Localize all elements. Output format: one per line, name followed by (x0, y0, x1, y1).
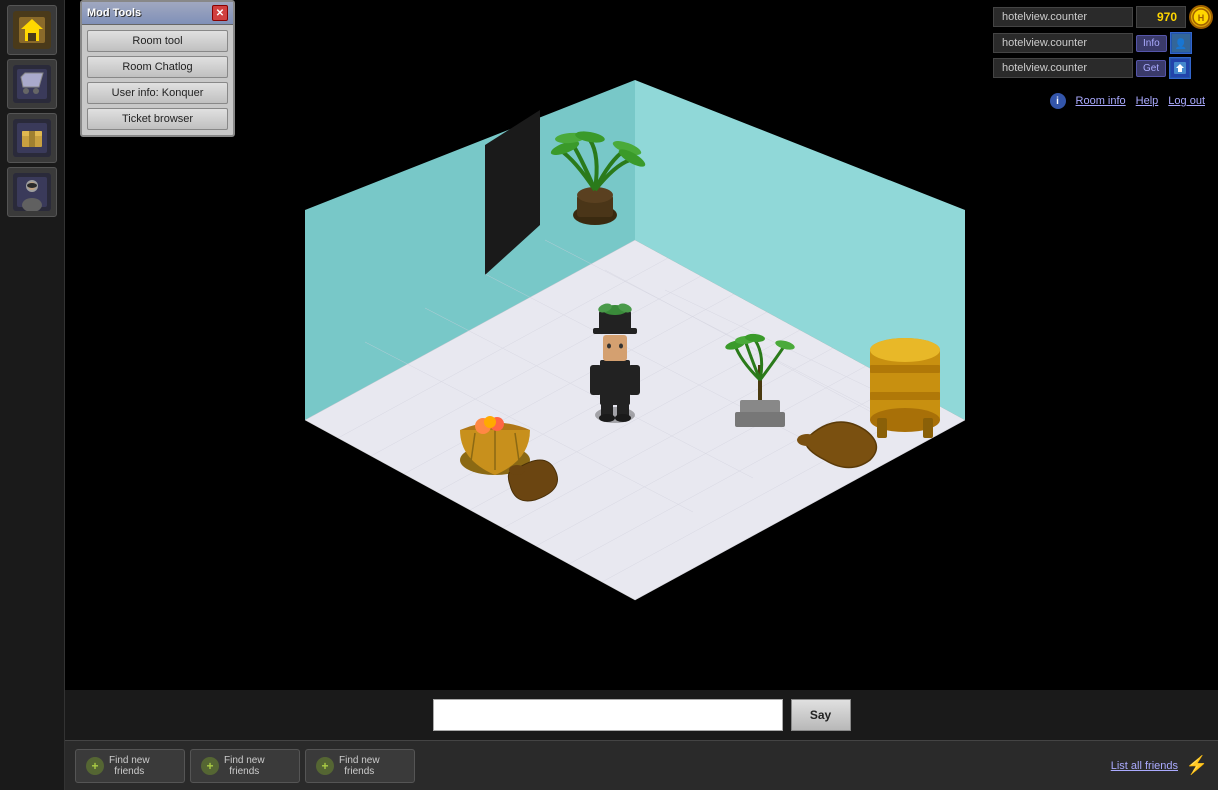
hud-coin-icon: H (1189, 5, 1213, 29)
avatar-sidebar-icon[interactable] (7, 167, 57, 217)
credits-row: hotelview.counter 970 H (993, 5, 1213, 29)
mod-tools-panel: Mod Tools ✕ Room tool Room Chatlog User … (80, 0, 235, 137)
find-friends-button-1[interactable]: + Find newfriends (75, 749, 185, 783)
hud-credits-value: 970 (1136, 6, 1186, 28)
info-row: hotelview.counter Info 👤 (993, 32, 1213, 54)
lightning-icon: ⚡ (1186, 755, 1208, 776)
svg-text:H: H (1198, 13, 1205, 23)
info-icon: 👤 (1170, 32, 1192, 54)
hud-username-info: hotelview.counter (993, 33, 1133, 53)
find-friends-label-1: Find newfriends (109, 755, 150, 777)
logout-link[interactable]: Log out (1168, 95, 1205, 107)
find-friends-icon-3: + (316, 757, 334, 775)
room-tool-button[interactable]: Room tool (87, 30, 228, 52)
get-row: hotelview.counter Get (993, 57, 1213, 79)
find-friends-button-2[interactable]: + Find newfriends (190, 749, 300, 783)
help-link[interactable]: Help (1136, 95, 1159, 107)
sidebar (0, 0, 65, 790)
mod-tools-body: Room tool Room Chatlog User info: Konque… (82, 25, 233, 135)
hud-username-get: hotelview.counter (993, 58, 1133, 78)
find-friends-label-2: Find newfriends (224, 755, 265, 777)
user-info-button[interactable]: User info: Konquer (87, 82, 228, 104)
get-icon (1169, 57, 1191, 79)
mod-tools-close-button[interactable]: ✕ (212, 5, 228, 21)
room-info-bar: i Room info Help Log out (1042, 90, 1213, 112)
svg-text:👤: 👤 (1174, 37, 1186, 50)
say-button[interactable]: Say (791, 699, 851, 731)
find-friends-icon-1: + (86, 757, 104, 775)
info-button[interactable]: Info (1136, 35, 1167, 52)
cart-icon[interactable] (7, 59, 57, 109)
chat-area: Say (65, 690, 1218, 740)
home-icon[interactable] (7, 5, 57, 55)
find-friends-label-3: Find newfriends (339, 755, 380, 777)
bottom-bar: + Find newfriends + Find newfriends + Fi… (65, 740, 1218, 790)
hud-username-credits: hotelview.counter (993, 7, 1133, 27)
chat-input[interactable] (433, 699, 783, 731)
box-icon[interactable] (7, 113, 57, 163)
list-all-friends-link[interactable]: List all friends (1111, 760, 1178, 772)
room-info-link[interactable]: Room info (1076, 95, 1126, 107)
find-friends-button-3[interactable]: + Find newfriends (305, 749, 415, 783)
find-friends-icon-2: + (201, 757, 219, 775)
mod-tools-title: Mod Tools (87, 7, 141, 19)
top-hud: hotelview.counter 970 H hotelview.counte… (993, 5, 1213, 79)
mod-tools-header: Mod Tools ✕ (82, 2, 233, 25)
room-chatlog-button[interactable]: Room Chatlog (87, 56, 228, 78)
room-info-icon: i (1050, 93, 1066, 109)
get-button[interactable]: Get (1136, 60, 1166, 77)
ticket-browser-button[interactable]: Ticket browser (87, 108, 228, 130)
iso-room-svg (145, 80, 1045, 640)
